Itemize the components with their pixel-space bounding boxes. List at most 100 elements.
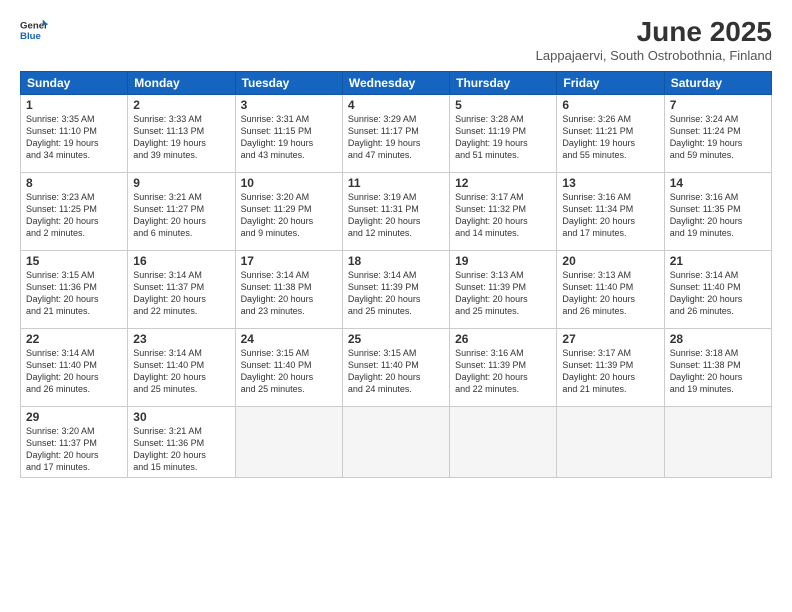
day-number: 23 [133,332,229,346]
day-info: Sunrise: 3:14 AM Sunset: 11:40 PM Daylig… [670,269,766,318]
day-number: 12 [455,176,551,190]
day-number: 9 [133,176,229,190]
calendar-day-cell: 14Sunrise: 3:16 AM Sunset: 11:35 PM Dayl… [664,173,771,251]
day-info: Sunrise: 3:29 AM Sunset: 11:17 PM Daylig… [348,113,444,162]
calendar-day-cell [450,407,557,478]
day-number: 21 [670,254,766,268]
day-number: 20 [562,254,658,268]
day-info: Sunrise: 3:14 AM Sunset: 11:40 PM Daylig… [26,347,122,396]
calendar: SundayMondayTuesdayWednesdayThursdayFrid… [20,71,772,478]
day-number: 5 [455,98,551,112]
day-info: Sunrise: 3:14 AM Sunset: 11:37 PM Daylig… [133,269,229,318]
day-info: Sunrise: 3:15 AM Sunset: 11:40 PM Daylig… [348,347,444,396]
day-number: 28 [670,332,766,346]
day-number: 30 [133,410,229,424]
svg-text:Blue: Blue [20,31,41,42]
day-number: 29 [26,410,122,424]
subtitle: Lappajaervi, South Ostrobothnia, Finland [536,48,772,63]
calendar-day-cell [342,407,449,478]
calendar-day-cell: 19Sunrise: 3:13 AM Sunset: 11:39 PM Dayl… [450,251,557,329]
logo-icon: General Blue [20,16,48,44]
day-info: Sunrise: 3:17 AM Sunset: 11:39 PM Daylig… [562,347,658,396]
day-info: Sunrise: 3:23 AM Sunset: 11:25 PM Daylig… [26,191,122,240]
calendar-day-cell: 25Sunrise: 3:15 AM Sunset: 11:40 PM Dayl… [342,329,449,407]
calendar-day-cell: 3Sunrise: 3:31 AM Sunset: 11:15 PM Dayli… [235,95,342,173]
calendar-day-cell: 10Sunrise: 3:20 AM Sunset: 11:29 PM Dayl… [235,173,342,251]
day-info: Sunrise: 3:28 AM Sunset: 11:19 PM Daylig… [455,113,551,162]
day-info: Sunrise: 3:15 AM Sunset: 11:40 PM Daylig… [241,347,337,396]
calendar-day-cell: 23Sunrise: 3:14 AM Sunset: 11:40 PM Dayl… [128,329,235,407]
calendar-day-cell [664,407,771,478]
weekday-header: Saturday [664,72,771,95]
day-number: 15 [26,254,122,268]
day-info: Sunrise: 3:18 AM Sunset: 11:38 PM Daylig… [670,347,766,396]
day-info: Sunrise: 3:24 AM Sunset: 11:24 PM Daylig… [670,113,766,162]
day-info: Sunrise: 3:13 AM Sunset: 11:39 PM Daylig… [455,269,551,318]
day-info: Sunrise: 3:26 AM Sunset: 11:21 PM Daylig… [562,113,658,162]
day-number: 8 [26,176,122,190]
day-info: Sunrise: 3:31 AM Sunset: 11:15 PM Daylig… [241,113,337,162]
day-info: Sunrise: 3:14 AM Sunset: 11:39 PM Daylig… [348,269,444,318]
day-number: 22 [26,332,122,346]
calendar-day-cell: 21Sunrise: 3:14 AM Sunset: 11:40 PM Dayl… [664,251,771,329]
day-info: Sunrise: 3:21 AM Sunset: 11:36 PM Daylig… [133,425,229,474]
calendar-week-row: 1Sunrise: 3:35 AM Sunset: 11:10 PM Dayli… [21,95,772,173]
day-info: Sunrise: 3:19 AM Sunset: 11:31 PM Daylig… [348,191,444,240]
day-number: 10 [241,176,337,190]
calendar-day-cell: 12Sunrise: 3:17 AM Sunset: 11:32 PM Dayl… [450,173,557,251]
day-info: Sunrise: 3:35 AM Sunset: 11:10 PM Daylig… [26,113,122,162]
day-info: Sunrise: 3:21 AM Sunset: 11:27 PM Daylig… [133,191,229,240]
day-number: 3 [241,98,337,112]
day-number: 2 [133,98,229,112]
day-info: Sunrise: 3:17 AM Sunset: 11:32 PM Daylig… [455,191,551,240]
day-number: 24 [241,332,337,346]
day-number: 25 [348,332,444,346]
day-info: Sunrise: 3:20 AM Sunset: 11:29 PM Daylig… [241,191,337,240]
day-number: 13 [562,176,658,190]
calendar-week-row: 22Sunrise: 3:14 AM Sunset: 11:40 PM Dayl… [21,329,772,407]
day-info: Sunrise: 3:16 AM Sunset: 11:35 PM Daylig… [670,191,766,240]
day-number: 6 [562,98,658,112]
weekday-header: Sunday [21,72,128,95]
weekday-header: Monday [128,72,235,95]
calendar-day-cell: 16Sunrise: 3:14 AM Sunset: 11:37 PM Dayl… [128,251,235,329]
calendar-week-row: 8Sunrise: 3:23 AM Sunset: 11:25 PM Dayli… [21,173,772,251]
calendar-day-cell: 11Sunrise: 3:19 AM Sunset: 11:31 PM Dayl… [342,173,449,251]
calendar-day-cell: 8Sunrise: 3:23 AM Sunset: 11:25 PM Dayli… [21,173,128,251]
calendar-day-cell: 2Sunrise: 3:33 AM Sunset: 11:13 PM Dayli… [128,95,235,173]
weekday-header: Tuesday [235,72,342,95]
logo: General Blue [20,16,48,44]
main-title: June 2025 [536,16,772,48]
day-number: 4 [348,98,444,112]
day-number: 18 [348,254,444,268]
day-info: Sunrise: 3:20 AM Sunset: 11:37 PM Daylig… [26,425,122,474]
calendar-week-row: 29Sunrise: 3:20 AM Sunset: 11:37 PM Dayl… [21,407,772,478]
day-info: Sunrise: 3:14 AM Sunset: 11:38 PM Daylig… [241,269,337,318]
calendar-day-cell: 15Sunrise: 3:15 AM Sunset: 11:36 PM Dayl… [21,251,128,329]
calendar-day-cell: 26Sunrise: 3:16 AM Sunset: 11:39 PM Dayl… [450,329,557,407]
day-number: 19 [455,254,551,268]
calendar-day-cell [235,407,342,478]
calendar-day-cell: 22Sunrise: 3:14 AM Sunset: 11:40 PM Dayl… [21,329,128,407]
day-number: 17 [241,254,337,268]
calendar-day-cell [557,407,664,478]
calendar-day-cell: 27Sunrise: 3:17 AM Sunset: 11:39 PM Dayl… [557,329,664,407]
weekday-header: Thursday [450,72,557,95]
weekday-header: Friday [557,72,664,95]
day-number: 7 [670,98,766,112]
calendar-day-cell: 4Sunrise: 3:29 AM Sunset: 11:17 PM Dayli… [342,95,449,173]
day-info: Sunrise: 3:33 AM Sunset: 11:13 PM Daylig… [133,113,229,162]
calendar-day-cell: 1Sunrise: 3:35 AM Sunset: 11:10 PM Dayli… [21,95,128,173]
day-number: 1 [26,98,122,112]
page: General Blue June 2025 Lappajaervi, Sout… [0,0,792,612]
calendar-day-cell: 6Sunrise: 3:26 AM Sunset: 11:21 PM Dayli… [557,95,664,173]
day-number: 26 [455,332,551,346]
day-number: 14 [670,176,766,190]
calendar-day-cell: 17Sunrise: 3:14 AM Sunset: 11:38 PM Dayl… [235,251,342,329]
calendar-day-cell: 28Sunrise: 3:18 AM Sunset: 11:38 PM Dayl… [664,329,771,407]
day-info: Sunrise: 3:16 AM Sunset: 11:39 PM Daylig… [455,347,551,396]
calendar-day-cell: 9Sunrise: 3:21 AM Sunset: 11:27 PM Dayli… [128,173,235,251]
calendar-day-cell: 30Sunrise: 3:21 AM Sunset: 11:36 PM Dayl… [128,407,235,478]
calendar-day-cell: 13Sunrise: 3:16 AM Sunset: 11:34 PM Dayl… [557,173,664,251]
calendar-week-row: 15Sunrise: 3:15 AM Sunset: 11:36 PM Dayl… [21,251,772,329]
